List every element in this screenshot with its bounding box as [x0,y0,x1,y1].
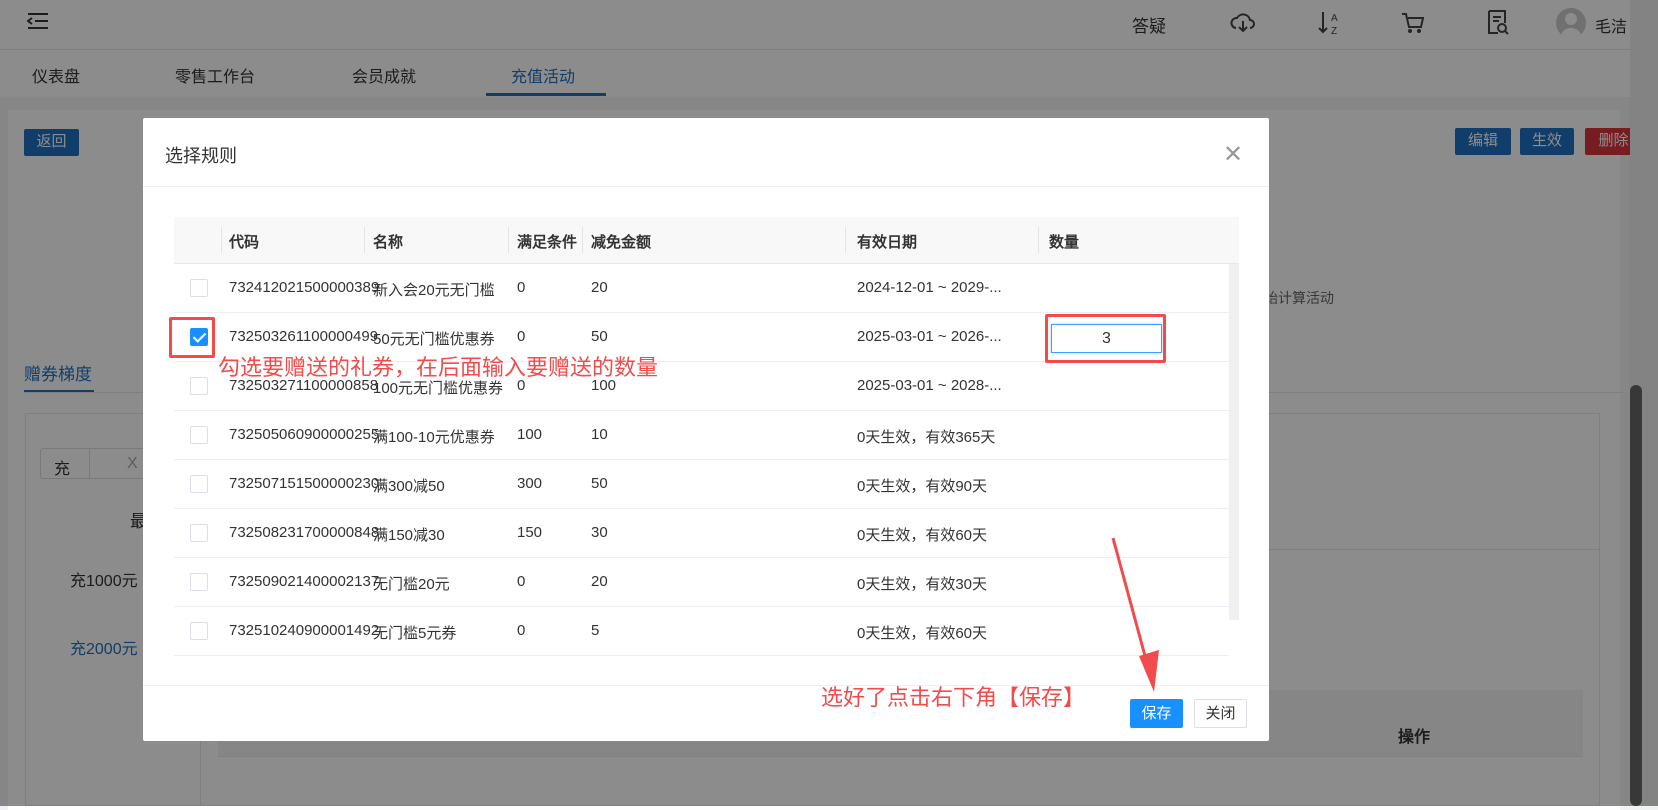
cell-amount: 50 [591,328,608,345]
annotation-save-hint: 选好了点击右下角【保存】 [821,685,1086,710]
table-row: 732505060900000255 满100-10元优惠券 100 10 0天生效，有… [174,411,1229,460]
cell-amount: 50 [591,475,608,492]
cell-valid-date: 2025-03-01 ~ 2026-... [857,328,1002,345]
column-header-condition: 满足条件 [517,234,578,251]
table-scrollbar[interactable] [1229,264,1239,620]
cell-code: 732503261100000499 [229,328,379,345]
cell-valid-date: 0天生效，有效60天 [857,527,988,544]
table-row: 732508231700000848 满150减30 150 30 0天生效，有效60天 [174,509,1229,558]
cell-name: 满100-10元优惠券 [373,429,495,446]
column-separator [845,227,846,253]
column-separator [508,227,509,253]
row-checkbox[interactable] [190,573,208,591]
row-checkbox[interactable] [190,475,208,493]
cell-code: 732509021400002137 [229,573,380,590]
cell-valid-date: 0天生效，有效90天 [857,478,988,495]
row-checkbox[interactable] [190,426,208,444]
cell-code: 732507151500000230 [229,475,380,492]
table-row: 732510240900001492 无门槛5元券 0 5 0天生效，有效60天 [174,607,1229,656]
column-header-name: 名称 [373,234,404,251]
cell-code: 732508231700000848 [229,524,380,541]
cell-condition: 300 [517,475,543,492]
cell-code: 732505060900000255 [229,426,380,443]
column-separator [582,227,583,253]
cell-condition: 100 [517,426,543,443]
column-header-quantity: 数量 [1049,234,1080,251]
cell-condition: 150 [517,524,543,541]
annotation-highlight-checkbox [169,317,215,358]
cell-valid-date: 0天生效，有效60天 [857,625,988,642]
row-checkbox[interactable] [190,377,208,395]
row-checkbox[interactable] [190,524,208,542]
cell-valid-date: 2024-12-01 ~ 2029-... [857,279,1002,296]
header-divider [143,186,1269,187]
cell-condition: 0 [517,573,526,590]
cell-name: 无门槛20元 [373,576,450,593]
cell-valid-date: 0天生效，有效365天 [857,429,996,446]
cell-amount: 5 [591,622,600,639]
table-row: 732412021500000389 新入会20元无门槛 0 20 2024-12-01… [174,264,1229,313]
select-rule-dialog: 选择规则 ✕ 代码 名称 满足条件 减免金额 有效日期 数量 732412021… [143,118,1269,741]
annotation-select-hint: 勾选要赠送的礼券，在后面输入要赠送的数量 [218,355,659,380]
cell-amount: 10 [591,426,608,443]
cell-condition: 0 [517,279,526,296]
table-row: 732509021400002137 无门槛20元 0 20 0天生效，有效30天 [174,558,1229,607]
column-header-amount: 减免金额 [591,234,652,251]
cell-code: 732510240900001492 [229,622,380,639]
cell-name: 新入会20元无门槛 [373,282,495,299]
cell-condition: 0 [517,622,526,639]
row-checkbox[interactable] [190,279,208,297]
cell-name: 无门槛5元券 [373,625,457,642]
column-separator [221,227,222,253]
column-header-valid-date: 有效日期 [857,234,918,251]
cell-name: 满150减30 [373,527,445,544]
column-header-code: 代码 [229,234,260,251]
footer-divider [143,685,1269,686]
save-button[interactable]: 保存 [1130,699,1183,728]
cell-valid-date: 0天生效，有效30天 [857,576,988,593]
cell-amount: 20 [591,279,608,296]
cell-condition: 0 [517,328,526,345]
cell-code: 732412021500000389 [229,279,380,296]
cell-valid-date: 2025-03-01 ~ 2028-... [857,377,1002,394]
cell-name: 50元无门槛优惠券 [373,331,495,348]
close-button[interactable]: 关闭 [1194,699,1247,728]
cell-amount: 30 [591,524,608,541]
table-row: 732507151500000230 满300减50 300 50 0天生效，有效90天 [174,460,1229,509]
column-separator [364,227,365,253]
cell-name: 满300减50 [373,478,445,495]
row-checkbox[interactable] [190,622,208,640]
annotation-highlight-quantity [1045,314,1166,363]
column-separator [1038,227,1039,253]
close-icon[interactable]: ✕ [1223,140,1243,169]
cell-amount: 20 [591,573,608,590]
dialog-title: 选择规则 [165,146,237,166]
table-header: 代码 名称 满足条件 减免金额 有效日期 数量 [174,217,1239,264]
